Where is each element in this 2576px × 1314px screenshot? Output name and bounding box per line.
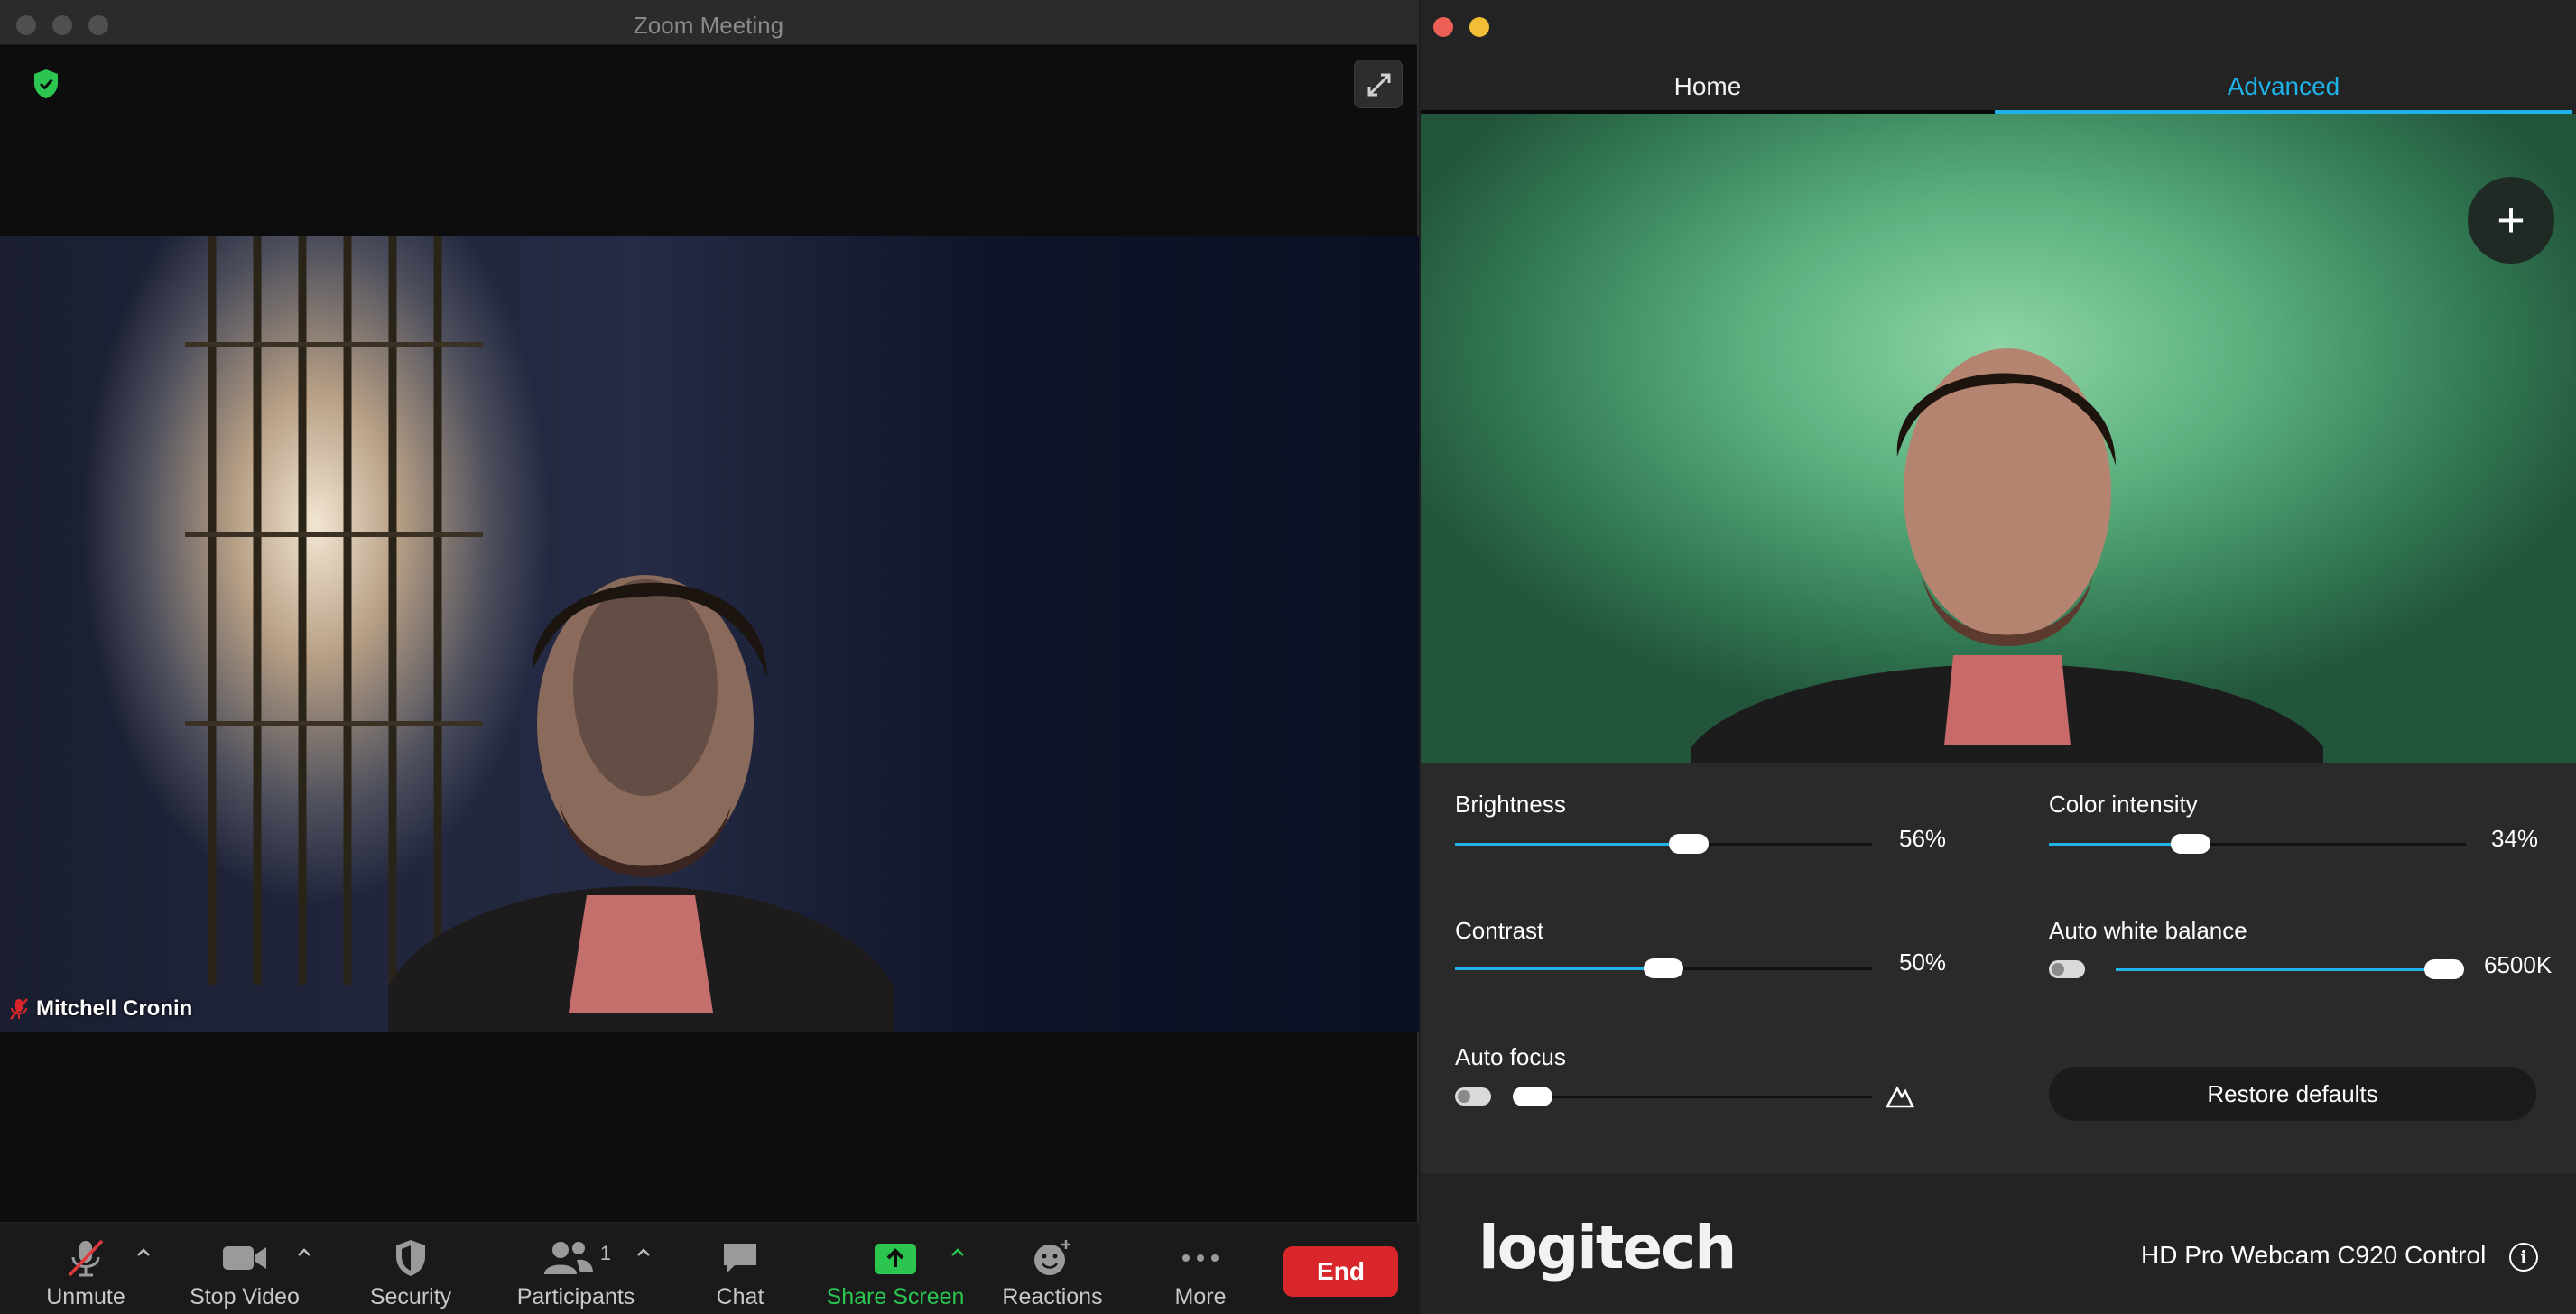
brightness-slider-thumb[interactable] xyxy=(1668,834,1709,854)
fullscreen-button[interactable] xyxy=(1354,60,1403,108)
brightness-slider[interactable] xyxy=(1455,834,1872,854)
more-dots-icon xyxy=(1182,1254,1219,1262)
focus-mountain-icon xyxy=(1885,1086,1914,1108)
muted-mic-icon xyxy=(10,998,28,1020)
chat-bubble-icon xyxy=(724,1244,756,1272)
participants-options-caret-icon[interactable] xyxy=(634,1243,653,1263)
video-camera-icon xyxy=(223,1246,266,1270)
participant-video: Mitchell Cronin xyxy=(0,236,1419,1032)
more-button[interactable]: More xyxy=(1155,1223,1246,1314)
add-button[interactable]: + xyxy=(2468,177,2554,264)
security-shield-icon xyxy=(396,1240,425,1276)
auto-focus-label: Auto focus xyxy=(1455,1043,1566,1070)
color-intensity-slider[interactable] xyxy=(2049,834,2466,854)
plus-icon: + xyxy=(2497,193,2525,247)
brightness-value: 56% xyxy=(1899,825,1947,852)
share-screen-label: Share Screen xyxy=(826,1284,965,1309)
person-illustration xyxy=(388,575,894,1032)
unmute-button[interactable]: Unmute xyxy=(36,1223,135,1314)
end-meeting-button[interactable]: End xyxy=(1283,1246,1398,1297)
person-illustration xyxy=(1691,348,2323,763)
auto-white-balance-label: Auto white balance xyxy=(2049,917,2247,944)
reactions-label: Reactions xyxy=(1002,1284,1103,1309)
tab-advanced[interactable]: Advanced xyxy=(1995,63,2572,114)
device-name: HD Pro Webcam C920 Control xyxy=(2141,1241,2487,1269)
white-balance-value: 6500K xyxy=(2484,951,2553,978)
contrast-slider-fill xyxy=(1455,967,1663,970)
logitech-topbar: Home Advanced xyxy=(1421,0,2576,114)
unmute-label: Unmute xyxy=(46,1284,125,1309)
participants-icon xyxy=(543,1242,593,1274)
brightness-label: Brightness xyxy=(1455,791,1566,818)
info-icon[interactable]: i xyxy=(2509,1243,2538,1272)
share-screen-icon xyxy=(875,1244,916,1274)
window-title: Zoom Meeting xyxy=(633,12,784,39)
logitech-footer: logitech HD Pro Webcam C920 Control i xyxy=(1421,1173,2576,1314)
participants-button[interactable]: 1 Participants xyxy=(513,1223,639,1314)
zoom-titlebar: Zoom Meeting xyxy=(0,0,1417,45)
participants-count: 1 xyxy=(599,1242,612,1264)
audio-options-caret-icon[interactable] xyxy=(134,1243,153,1263)
color-intensity-label: Color intensity xyxy=(2049,791,2198,818)
reactions-smiley-icon xyxy=(1034,1240,1070,1275)
zoom-window: Zoom Meeting Mitchell Cronin Unmute Stop… xyxy=(0,0,1419,1314)
share-options-caret-icon[interactable] xyxy=(948,1243,968,1263)
security-button[interactable]: Security xyxy=(361,1223,460,1314)
restore-defaults-button[interactable]: Restore defaults xyxy=(2049,1067,2536,1121)
chat-button[interactable]: Chat xyxy=(695,1223,785,1314)
auto-white-balance-toggle[interactable] xyxy=(2049,960,2085,978)
share-screen-button[interactable]: Share Screen xyxy=(823,1223,968,1314)
camera-preview xyxy=(1421,114,2576,763)
stop-video-button[interactable]: Stop Video xyxy=(186,1223,303,1314)
encryption-shield-icon[interactable] xyxy=(32,69,60,99)
auto-focus-toggle[interactable] xyxy=(1455,1087,1491,1106)
white-balance-slider[interactable] xyxy=(2116,959,2464,979)
color-intensity-slider-fill xyxy=(2049,843,2191,846)
brightness-slider-fill xyxy=(1455,843,1689,846)
focus-slider[interactable] xyxy=(1513,1087,1872,1106)
minimize-window-button[interactable] xyxy=(1469,17,1489,37)
security-label: Security xyxy=(369,1284,452,1309)
meeting-toolbar: Unmute Stop Video Security 1 Participant… xyxy=(0,1222,1419,1314)
logitech-logo: logitech xyxy=(1478,1213,1737,1282)
contrast-slider[interactable] xyxy=(1455,958,1872,978)
contrast-label: Contrast xyxy=(1455,917,1544,944)
white-balance-slider-fill xyxy=(2116,968,2444,971)
participants-label: Participants xyxy=(516,1284,635,1309)
video-options-caret-icon[interactable] xyxy=(294,1243,314,1263)
tab-home[interactable]: Home xyxy=(1421,63,1995,114)
reactions-button[interactable]: Reactions xyxy=(998,1223,1107,1314)
focus-slider-thumb[interactable] xyxy=(1513,1087,1552,1106)
color-intensity-value: 34% xyxy=(2491,825,2539,852)
expand-icon xyxy=(1367,73,1391,97)
participant-name: Mitchell Cronin xyxy=(36,996,193,1021)
participant-name-tag: Mitchell Cronin xyxy=(9,996,192,1022)
stop-video-label: Stop Video xyxy=(190,1284,300,1309)
white-balance-slider-thumb[interactable] xyxy=(2424,959,2464,979)
contrast-value: 50% xyxy=(1899,948,1947,976)
color-intensity-slider-thumb[interactable] xyxy=(2171,834,2211,854)
close-window-button[interactable] xyxy=(1433,17,1453,37)
microphone-muted-icon xyxy=(68,1239,104,1277)
more-label: More xyxy=(1174,1284,1227,1309)
contrast-slider-thumb[interactable] xyxy=(1644,958,1683,978)
chat-label: Chat xyxy=(716,1284,764,1309)
